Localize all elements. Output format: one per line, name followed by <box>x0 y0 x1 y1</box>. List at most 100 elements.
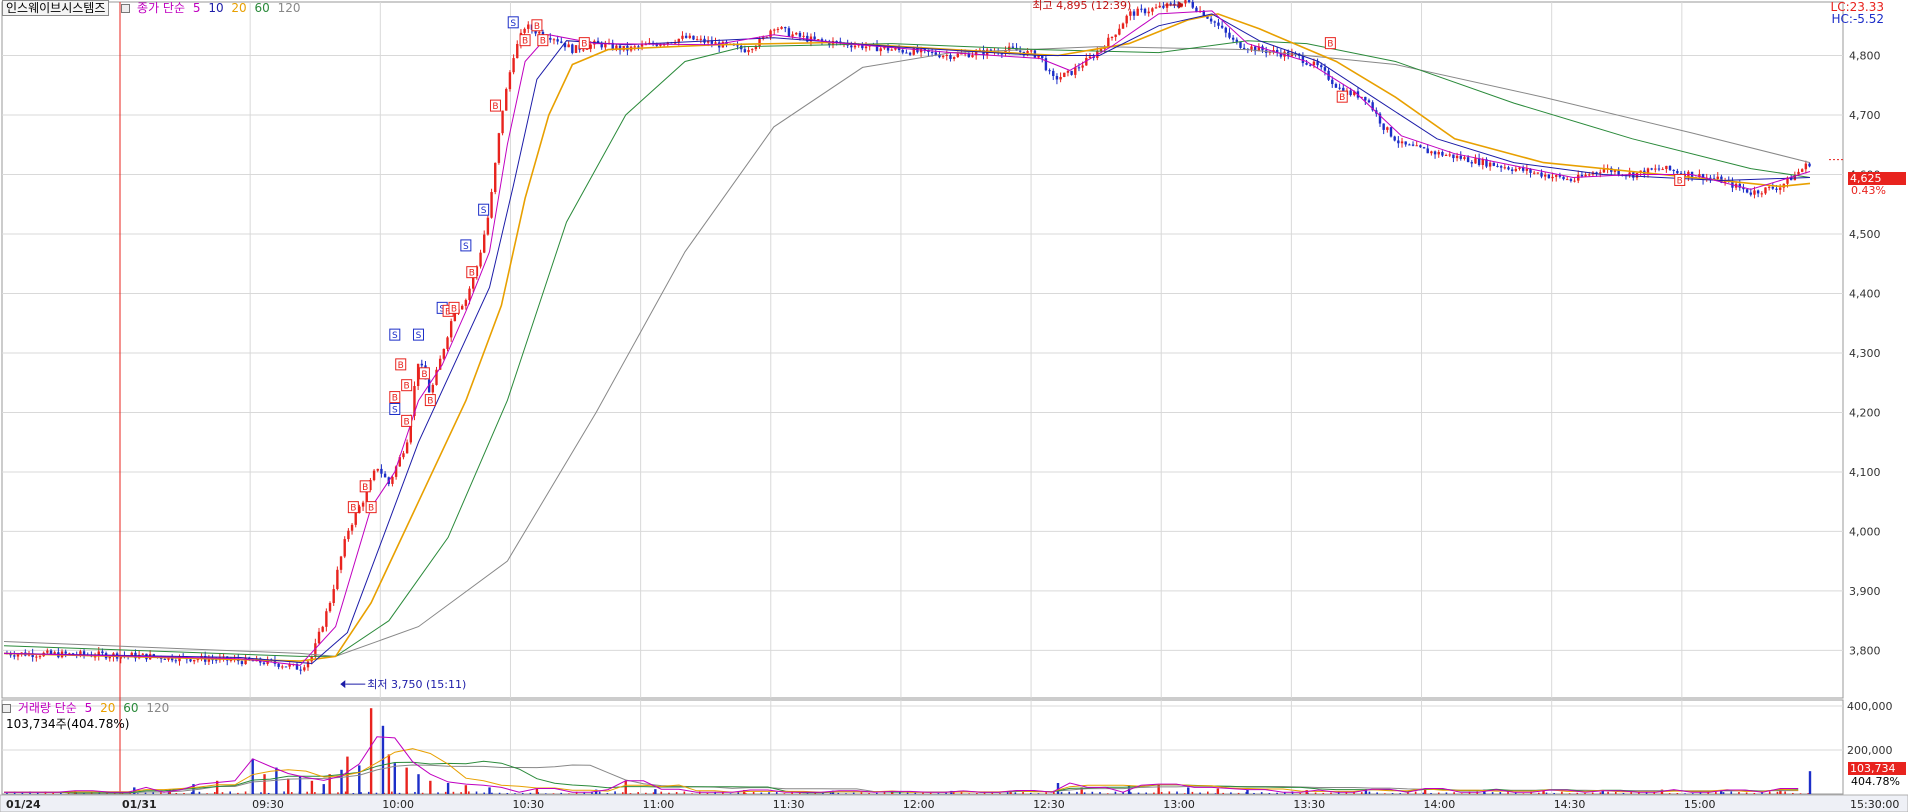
candle-body <box>1676 170 1679 174</box>
candle-body <box>1448 154 1451 156</box>
marker-letter: B <box>581 40 587 50</box>
candle-body <box>1242 47 1246 49</box>
candle-body <box>527 24 530 29</box>
candle-body <box>1364 96 1367 101</box>
candle-body <box>795 32 798 35</box>
volume-bar <box>144 792 147 794</box>
buy-signal-marker: B <box>1324 37 1336 50</box>
volume-bar <box>1191 791 1194 794</box>
candle-body <box>747 50 750 53</box>
volume-bar <box>1568 793 1571 794</box>
candle-body <box>538 31 541 34</box>
candle-body <box>1650 168 1653 170</box>
marker-letter: S <box>392 405 398 415</box>
candle-body <box>1430 151 1433 154</box>
candle-body <box>1716 176 1719 179</box>
volume-bar <box>1029 792 1032 794</box>
volume-bar <box>464 785 468 794</box>
candle-body <box>640 44 644 47</box>
volume-bar <box>1068 791 1071 794</box>
candle-body <box>1217 22 1220 26</box>
volume-bar <box>1368 791 1371 794</box>
candle-body <box>905 52 908 54</box>
volume-bar <box>583 792 586 794</box>
volume-bar <box>1260 792 1263 794</box>
volume-bar <box>1684 793 1686 794</box>
candle-body <box>1584 174 1587 177</box>
marker-letter: B <box>404 417 410 427</box>
volume-panel <box>4 708 1812 794</box>
candle-body <box>1063 72 1066 77</box>
stock-title[interactable]: 인스웨이브시스템즈 <box>2 0 110 16</box>
price-tick-label: 3,900 <box>1849 585 1881 598</box>
volume-bar <box>367 791 370 794</box>
buy-signal-marker: B <box>347 501 359 514</box>
price-tick-label: 4,000 <box>1849 525 1881 538</box>
buy-signal-marker: B <box>389 391 401 404</box>
candle-body <box>189 659 192 662</box>
candle-body <box>1114 34 1117 37</box>
candle-body <box>1540 172 1543 177</box>
candle-body <box>971 55 974 58</box>
volume-bar <box>437 792 439 794</box>
candle-body <box>1569 179 1573 181</box>
volume-bar <box>483 792 486 794</box>
volume-bar <box>446 783 450 794</box>
candle-body <box>853 45 857 48</box>
candle-body <box>1654 168 1657 170</box>
volume-bar <box>1376 792 1378 794</box>
stock-chart[interactable]: SBBBBSSBSBBSSBBBBBSBBBBBBBBB최고 4,895 (12… <box>0 0 1908 812</box>
volume-bar <box>1538 792 1540 794</box>
current-volume-badge: 103,734 <box>1848 762 1906 775</box>
candle-body <box>207 659 211 662</box>
candle-body <box>1030 50 1033 52</box>
volume-bar <box>260 792 262 794</box>
volume-bar <box>552 793 555 794</box>
candle-body <box>1316 61 1319 66</box>
low-annotation: 최저 3,750 (15:11) <box>367 678 466 691</box>
volume-bar <box>637 792 639 794</box>
volume-bar <box>624 780 627 794</box>
buy-signal-marker: B <box>466 266 478 279</box>
candle-body <box>523 28 526 33</box>
candle-body <box>1470 162 1473 164</box>
volume-bar <box>1622 793 1625 794</box>
volume-bar <box>498 792 501 794</box>
volume-legend-toggle-icon[interactable] <box>2 704 11 713</box>
candle-body <box>376 468 379 471</box>
hc-value: HC:-5.52 <box>1831 12 1885 26</box>
volume-bar <box>1607 791 1609 794</box>
candle-body <box>1661 169 1664 171</box>
volume-bar <box>654 789 657 794</box>
candle-body <box>1136 8 1139 16</box>
volume-bar <box>1738 792 1740 794</box>
candle-body <box>1143 8 1147 14</box>
candle-body <box>1437 151 1440 155</box>
candle-body <box>361 502 365 507</box>
candle-body <box>486 217 490 235</box>
volume-bar <box>1715 791 1717 794</box>
candle-body <box>637 46 640 48</box>
candle-body <box>743 49 747 53</box>
volume-bar <box>568 793 570 794</box>
volume-bar <box>1045 792 1047 794</box>
candle-body <box>1514 168 1518 171</box>
candle-body <box>560 41 563 43</box>
candle-body <box>949 54 952 59</box>
volume-bar <box>1507 791 1509 794</box>
volume-bar <box>290 792 293 794</box>
volume-bar <box>706 792 709 794</box>
price-tick-label: 4,200 <box>1849 406 1881 419</box>
candle-body <box>695 39 699 41</box>
candle-body <box>1404 141 1407 145</box>
buy-signal-marker: B <box>537 34 549 47</box>
marker-letter: B <box>392 394 398 404</box>
price-tick-label: 4,500 <box>1849 228 1881 241</box>
candle-body <box>372 470 376 481</box>
candle-body <box>1305 63 1308 65</box>
volume-bar <box>175 792 178 794</box>
legend-toggle-icon[interactable] <box>121 4 131 13</box>
candle-body <box>325 611 328 627</box>
candle-body <box>1771 186 1775 189</box>
candle-body <box>864 46 868 49</box>
